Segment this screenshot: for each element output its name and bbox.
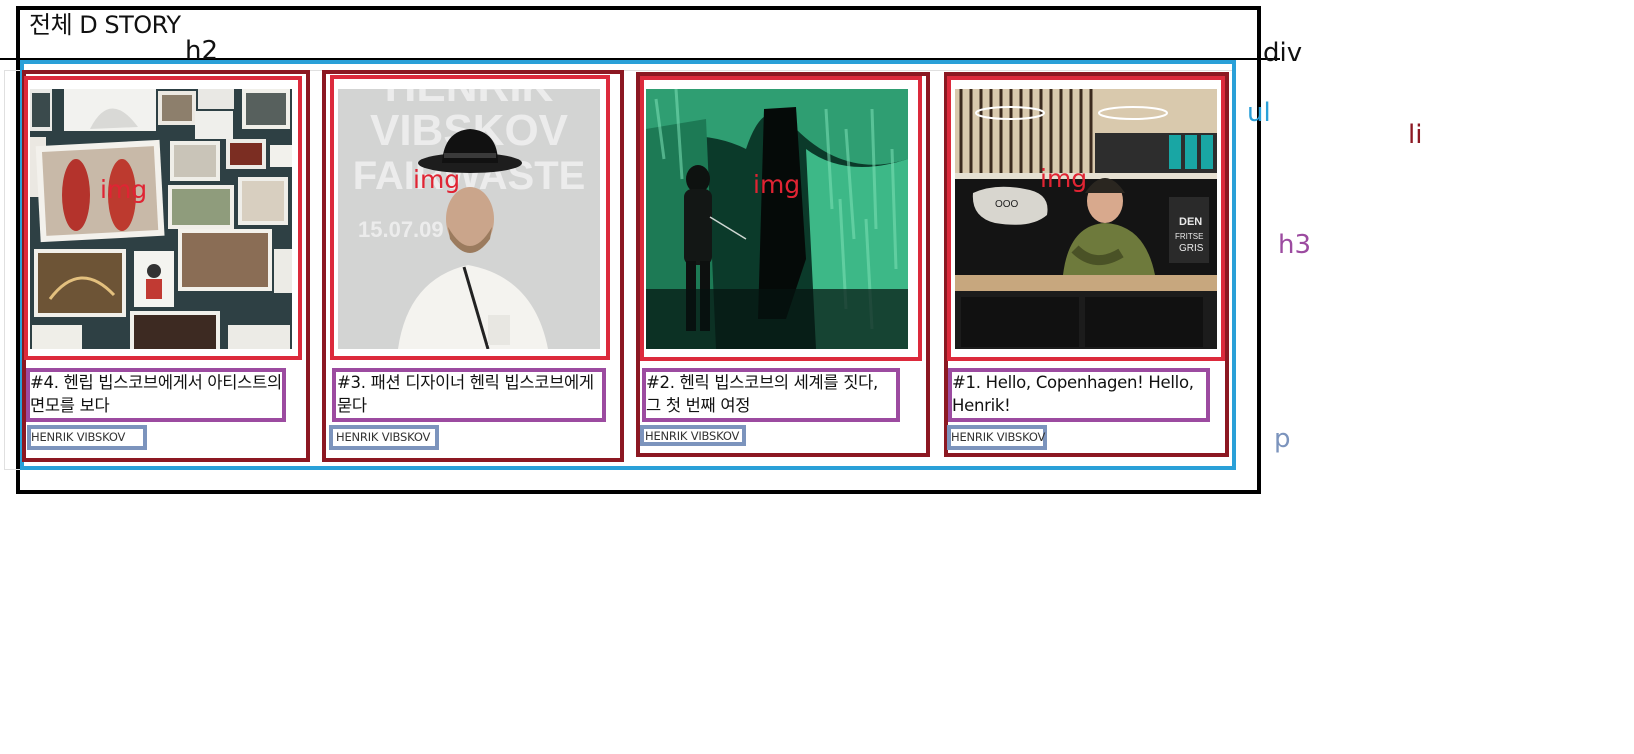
- card-photo-green-installation[interactable]: [646, 89, 908, 349]
- shop-sign-3: GRIS: [1179, 243, 1204, 254]
- card-author: HENRIK VIBSKOV: [951, 430, 1046, 444]
- label-img: img: [100, 175, 148, 204]
- label-li: li: [1408, 120, 1423, 150]
- poster-dates: 15.07.09: [358, 217, 444, 242]
- label-img: img: [413, 165, 461, 194]
- card-author: HENRIK VIBSKOV: [336, 430, 431, 444]
- shop-sign-2: FRITSE: [1175, 232, 1203, 241]
- card-photo-shop-counter[interactable]: OOO DEN FRITSE GRIS: [955, 89, 1217, 349]
- label-ul: ul: [1247, 98, 1271, 128]
- label-h3: h3: [1278, 230, 1312, 260]
- label-img: img: [1040, 164, 1088, 193]
- card-author: HENRIK VIBSKOV: [31, 430, 126, 444]
- card-photo-portrait[interactable]: HENRIK VIBSKOV FAIRWASTE 15.07.09: [338, 89, 600, 349]
- page-title: 전체 D STORY: [29, 11, 181, 39]
- label-img: img: [753, 170, 801, 199]
- label-div: div: [1263, 38, 1303, 68]
- card-photo-gallery-wall[interactable]: [30, 89, 292, 349]
- card-author: HENRIK VIBSKOV: [645, 429, 740, 443]
- svg-text:OOO: OOO: [995, 199, 1019, 210]
- card-title[interactable]: #4. 헨립 빕스코브에게서 아티스트의 면모를 보다: [30, 371, 286, 417]
- shop-sign-1: DEN: [1179, 216, 1202, 228]
- card-title[interactable]: #2. 헨릭 빕스코브의 세계를 짓다, 그 첫 번째 여정: [646, 371, 896, 417]
- label-p: p: [1274, 424, 1291, 454]
- card-title[interactable]: #1. Hello, Copenhagen! Hello, Henrik!: [952, 371, 1208, 417]
- card-title[interactable]: #3. 패션 디자이너 헨릭 빕스코브에게 묻다: [337, 371, 603, 417]
